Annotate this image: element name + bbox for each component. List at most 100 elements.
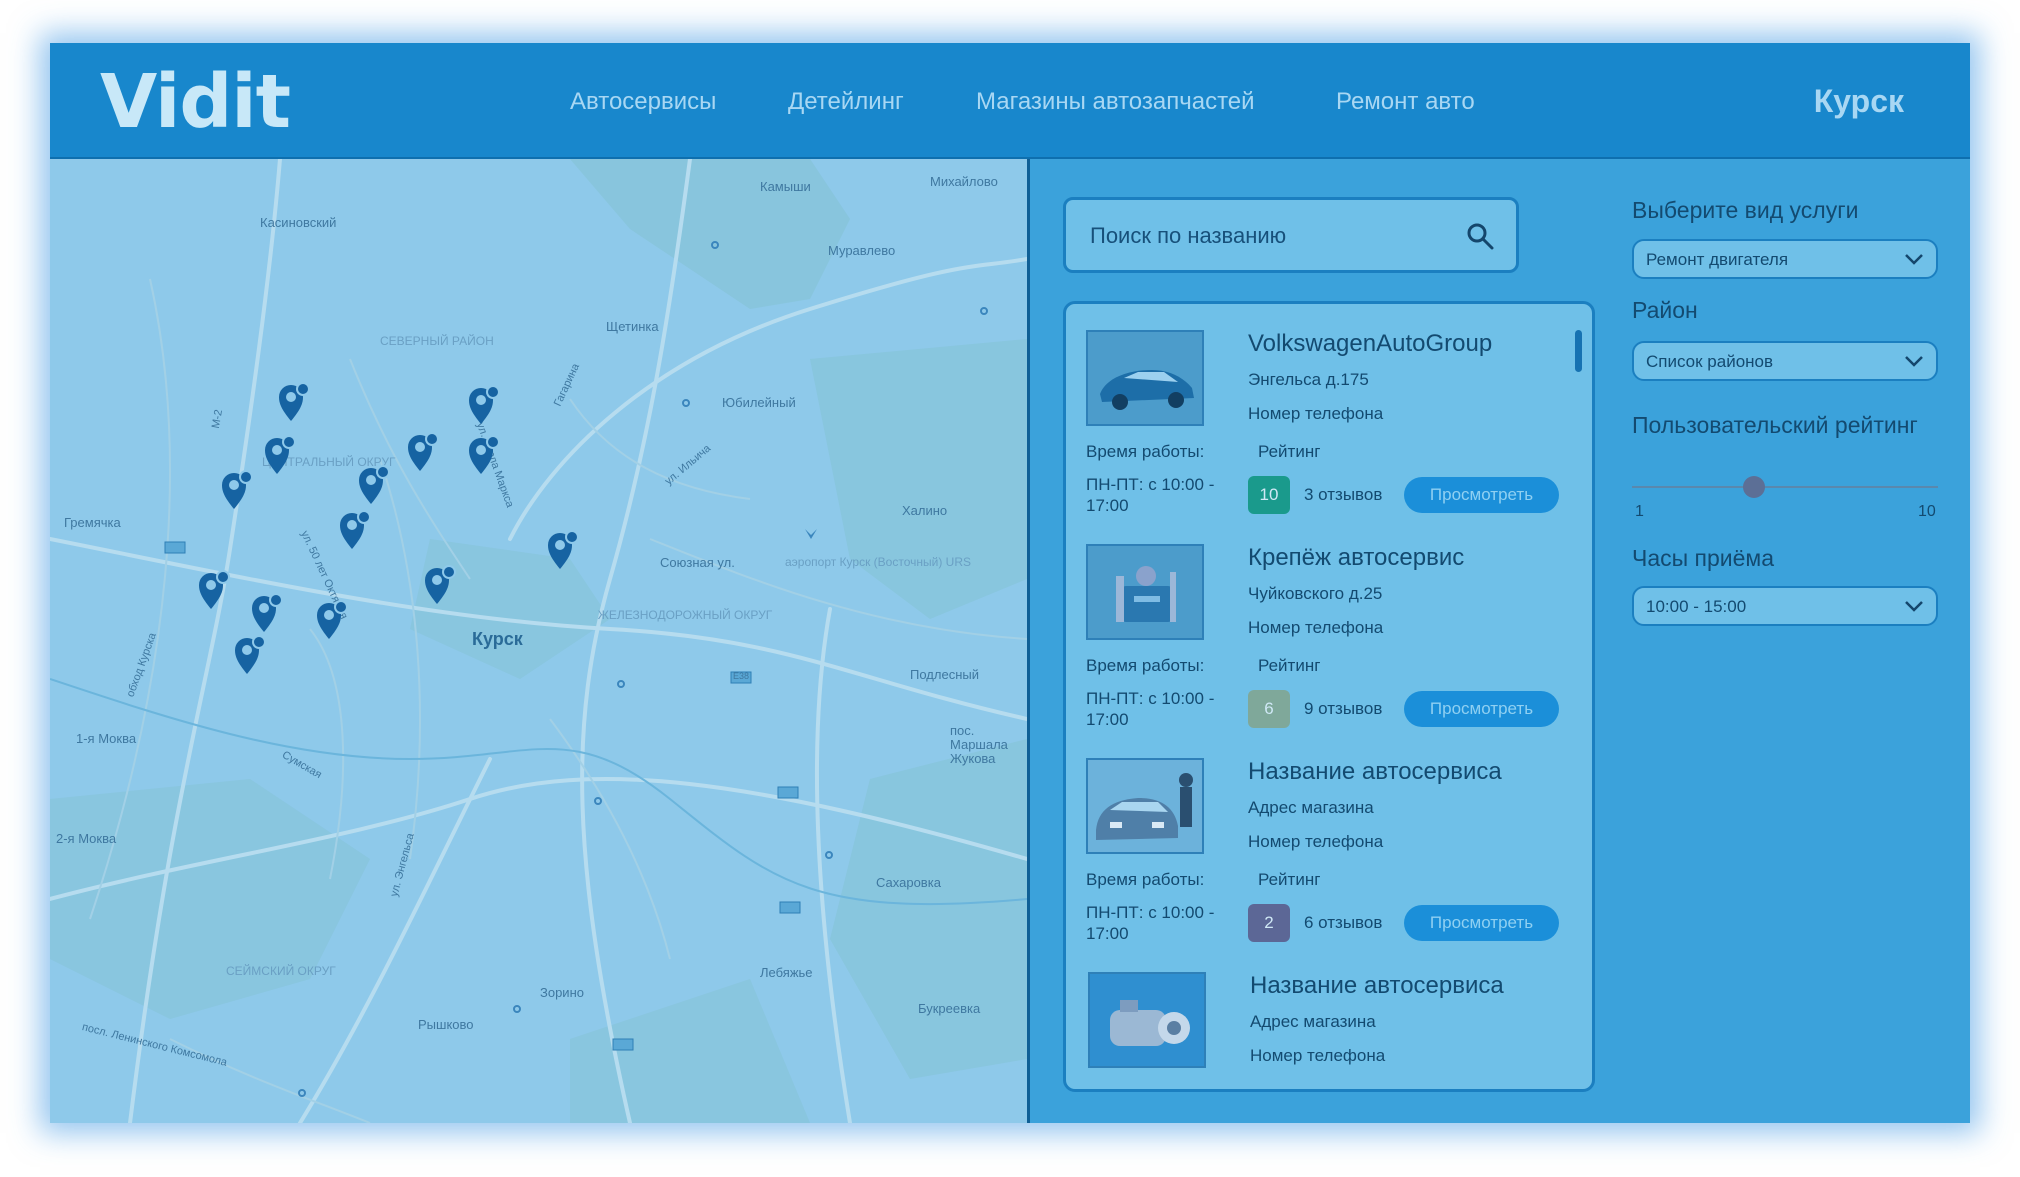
map[interactable]: Камыши Михайлово Касиновский Муравлево Щ…: [50, 159, 1030, 1123]
service-card: Крепёж автосервис Чуйковского д.25 Номер…: [1066, 518, 1566, 732]
chevron-down-icon: [1905, 601, 1923, 612]
rating-max-label: 10: [1918, 503, 1936, 520]
list-scrollbar[interactable]: [1575, 330, 1582, 372]
service-phone: Номер телефона: [1248, 404, 1384, 423]
map-pin-icon[interactable]: [467, 384, 501, 426]
map-label-muravlevo: Муравлево: [828, 243, 896, 258]
map-pin-icon[interactable]: [338, 509, 372, 551]
service-title[interactable]: Название автосервиса: [1250, 972, 1504, 1000]
map-label-e38: Е38: [733, 671, 750, 681]
service-phone: Номер телефона: [1250, 1046, 1386, 1065]
nav-link-detailing[interactable]: Детейлинг: [788, 88, 904, 116]
service-list[interactable]: VolkswagenAutoGroup Энгельса д.175 Номер…: [1063, 301, 1595, 1092]
map-label-podlesny: Подлесный: [910, 667, 979, 682]
rating-badge: 10: [1248, 476, 1290, 514]
service-type-label: Выберите вид услуги: [1632, 197, 1859, 223]
service-title[interactable]: Название автосервиса: [1248, 758, 1502, 786]
rating-badge: 2: [1248, 904, 1290, 942]
map-label-lebyazhye: Лебяжье: [760, 965, 813, 980]
map-label-khalino: Халино: [902, 503, 948, 518]
map-label-1-moqva: 1-я Моква: [76, 731, 137, 746]
hours-value: 10:00 - 15:00: [1646, 597, 1747, 616]
district-value: Список районов: [1646, 352, 1774, 371]
service-phone: Номер телефона: [1248, 618, 1384, 637]
map-city-label: Курск: [472, 629, 523, 649]
map-label-yubileyny: Юбилейный: [722, 395, 796, 410]
hours-select[interactable]: 10:00 - 15:00: [1632, 586, 1938, 626]
map-pin-icon[interactable]: [315, 599, 349, 641]
map-pin-icon[interactable]: [197, 569, 231, 611]
side-panel: VolkswagenAutoGroup Энгельса д.175 Номер…: [1030, 159, 1970, 1123]
district-label: Район: [1632, 297, 1698, 323]
map-pin-icon[interactable]: [250, 592, 284, 634]
service-title[interactable]: VolkswagenAutoGroup: [1248, 330, 1492, 358]
map-label-shchetinka: Щетинка: [606, 319, 659, 334]
map-pin-icon[interactable]: [233, 634, 267, 676]
map-pin-icon[interactable]: [467, 434, 501, 476]
rating-badge: 6: [1248, 690, 1290, 728]
service-address: Адрес магазина: [1248, 798, 1374, 817]
rating-min-label: 1: [1635, 503, 1644, 520]
map-pin-icon[interactable]: [263, 434, 297, 476]
map-label-zheleznodorozhny: ЖЕЛЕЗНОДОРОЖНЫЙ ОКРУГ: [597, 608, 773, 622]
rating-slider-track[interactable]: [1632, 476, 1938, 498]
service-card: VolkswagenAutoGroup Энгельса д.175 Номер…: [1066, 304, 1566, 518]
hours-value: ПН-ПТ: с 10:00 - 17:00: [1086, 689, 1215, 729]
rating-filter-label: Пользовательский рейтинг: [1632, 412, 1918, 438]
map-label-airport: аэропорт Курск (Восточный) URS: [785, 555, 971, 569]
service-type-value: Ремонт двигателя: [1646, 250, 1789, 269]
main-nav: Автосервисы Детейлинг Магазины автозапча…: [50, 43, 1970, 157]
district-select[interactable]: Список районов: [1632, 341, 1938, 381]
view-button[interactable]: Просмотреть: [1404, 477, 1559, 513]
hours-label: Время работы:: [1086, 656, 1205, 675]
reviews-count[interactable]: 3 отзывов: [1304, 485, 1382, 505]
map-pin-icon[interactable]: [546, 529, 580, 571]
rating-label: Рейтинг: [1258, 442, 1321, 461]
search-input[interactable]: [1088, 218, 1452, 254]
search-icon[interactable]: [1466, 222, 1494, 250]
service-card: Название автосервиса Адрес магазина Номе…: [1066, 946, 1566, 1089]
hours-label: Время работы:: [1086, 442, 1205, 461]
map-pin-icon[interactable]: [357, 464, 391, 506]
map-label-bukreevka: Букреевка: [918, 1001, 981, 1016]
rating-label: Рейтинг: [1258, 656, 1321, 675]
map-pin-icon[interactable]: [277, 381, 311, 423]
map-label-marshala-zhukova: пос. Маршала Жукова: [950, 723, 1008, 766]
search-box: [1063, 197, 1519, 273]
map-pin-icon[interactable]: [220, 469, 254, 511]
hours-value: ПН-ПТ: с 10:00 - 17:00: [1086, 475, 1215, 515]
map-pin-icon[interactable]: [423, 564, 457, 606]
chevron-down-icon: [1905, 254, 1923, 265]
chevron-down-icon: [1905, 356, 1923, 367]
map-label-gremyachka: Гремячка: [64, 515, 121, 530]
view-button[interactable]: Просмотреть: [1404, 691, 1559, 727]
reviews-count[interactable]: 6 отзывов: [1304, 913, 1382, 933]
nav-link-parts-shops[interactable]: Магазины автозапчастей: [976, 88, 1255, 116]
hours-filter-label: Часы приёма: [1632, 545, 1775, 571]
service-address: Адрес магазина: [1250, 1012, 1376, 1031]
service-thumbnail: [1086, 544, 1204, 640]
service-address: Энгельса д.175: [1248, 370, 1369, 389]
map-label-sakharovka: Сахаровка: [876, 875, 941, 890]
map-label-mikhaylovo: Михайлово: [930, 174, 998, 189]
map-label-kamyshi: Камыши: [760, 179, 811, 194]
app-window: Vidit Автосервисы Детейлинг Магазины авт…: [50, 43, 1970, 1123]
map-label-seymsky: СЕЙМСКИЙ ОКРУГ: [226, 964, 336, 978]
service-phone: Номер телефона: [1248, 832, 1384, 851]
rating-slider-thumb[interactable]: [1743, 476, 1766, 498]
service-type-select[interactable]: Ремонт двигателя: [1632, 239, 1938, 279]
header: Vidit Автосервисы Детейлинг Магазины авт…: [50, 43, 1970, 159]
reviews-count[interactable]: 9 отзывов: [1304, 699, 1382, 719]
city-selector[interactable]: Курск: [1814, 83, 1904, 120]
service-thumbnail: [1088, 972, 1206, 1068]
hours-label: Время работы:: [1086, 870, 1205, 889]
service-address: Чуйковского д.25: [1248, 584, 1383, 603]
map-label-ryshkovo: Рышково: [418, 1017, 474, 1032]
nav-link-car-repair[interactable]: Ремонт авто: [1336, 88, 1475, 116]
service-card: Название автосервиса Адрес магазина Номе…: [1066, 732, 1566, 946]
service-title[interactable]: Крепёж автосервис: [1248, 544, 1464, 572]
map-pin-icon[interactable]: [406, 431, 440, 473]
nav-link-autoservices[interactable]: Автосервисы: [570, 88, 716, 116]
hours-value: ПН-ПТ: с 10:00 - 17:00: [1086, 903, 1215, 943]
view-button[interactable]: Просмотреть: [1404, 905, 1559, 941]
